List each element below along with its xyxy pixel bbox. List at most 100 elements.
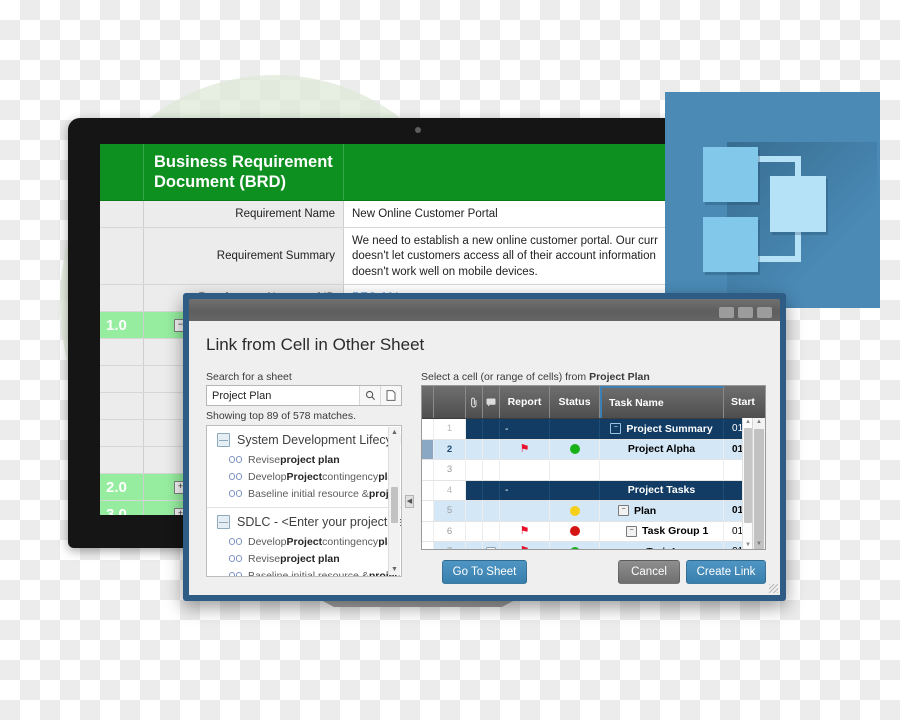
cell-status[interactable] xyxy=(550,460,600,480)
cell-task-name[interactable]: Task 1 xyxy=(600,542,724,549)
icon-node-bottom-left xyxy=(703,217,758,272)
row-select-bar[interactable] xyxy=(422,542,434,549)
scroll-down-icon[interactable]: ▼ xyxy=(753,540,765,549)
panel-splitter-handle[interactable]: ◀ xyxy=(405,495,414,508)
maximize-icon[interactable] xyxy=(738,307,753,318)
cell-comment[interactable] xyxy=(483,439,500,459)
dialog-titlebar[interactable] xyxy=(189,299,780,321)
cell-comment[interactable] xyxy=(483,542,500,549)
close-icon[interactable] xyxy=(757,307,772,318)
dialog-title: Link from Cell in Other Sheet xyxy=(206,335,425,354)
cell-report[interactable]: - xyxy=(500,419,550,439)
list-item[interactable]: Develop Project contingency plan xyxy=(207,468,401,485)
row-select-bar[interactable] xyxy=(422,521,434,541)
row-select-bar[interactable] xyxy=(422,439,434,459)
grid-col-start[interactable]: Start xyxy=(724,386,765,418)
cell-report[interactable]: ⚑ xyxy=(500,439,550,459)
result-group-header[interactable]: System Development Lifecycl... xyxy=(207,432,401,451)
search-icon[interactable] xyxy=(359,386,380,405)
sheet-results-list[interactable]: System Development Lifecycl... Revise pr… xyxy=(206,425,402,577)
scrollbar-thumb[interactable] xyxy=(744,428,752,523)
cell-attachment[interactable] xyxy=(466,439,483,459)
collapse-icon[interactable]: − xyxy=(618,505,629,517)
scrollbar-thumb[interactable] xyxy=(754,429,764,549)
cell-selection-grid[interactable]: Report Status Task Name Start 1 - − Proje… xyxy=(421,385,766,550)
cell-comment[interactable] xyxy=(483,521,500,541)
row-select-bar[interactable] xyxy=(422,501,434,521)
table-row[interactable]: 1 - −Project Summary 01/05/16 xyxy=(422,419,765,440)
scrollbar-thumb[interactable] xyxy=(391,487,398,523)
cell-attachment[interactable] xyxy=(466,542,483,549)
cell-attachment[interactable] xyxy=(466,419,483,439)
cell-comment[interactable] xyxy=(483,419,500,439)
cell-status[interactable] xyxy=(550,542,600,549)
create-link-button[interactable]: Create Link xyxy=(686,560,766,584)
go-to-sheet-button[interactable]: Go To Sheet xyxy=(442,560,527,584)
cell-report[interactable]: ⚑ xyxy=(500,521,550,541)
collapse-icon[interactable]: − xyxy=(626,525,637,537)
grid-label: Select a cell (or range of cells) from P… xyxy=(421,371,650,383)
table-row[interactable]: 7 ⚑ Task 1 01/05/16 xyxy=(422,542,765,549)
cell-task-name[interactable]: − Task Group 1 xyxy=(600,521,724,541)
outline-num: 3.0 xyxy=(100,501,144,515)
grid-outer-scrollbar[interactable]: ▲ ▼ xyxy=(752,418,765,549)
search-input[interactable] xyxy=(207,386,359,405)
cell-status[interactable] xyxy=(550,501,600,521)
dialog-resize-grip[interactable] xyxy=(769,584,778,593)
result-group: SDLC - <Enter your project na... Develop… xyxy=(207,507,401,576)
cell-report[interactable]: ⚑ xyxy=(500,542,550,549)
scroll-up-icon[interactable]: ▲ xyxy=(753,418,765,427)
status-dot-yellow xyxy=(569,505,580,516)
cell-report[interactable]: - xyxy=(500,480,550,500)
cancel-button[interactable]: Cancel xyxy=(618,560,680,584)
grid-col-task-name[interactable]: Task Name xyxy=(600,386,724,418)
table-row[interactable]: 3 xyxy=(422,460,765,481)
cell-attachment[interactable] xyxy=(466,521,483,541)
grid-col-comment[interactable] xyxy=(483,386,500,418)
cell-attachment[interactable] xyxy=(466,501,483,521)
cell-comment[interactable] xyxy=(483,460,500,480)
result-group-header[interactable]: SDLC - <Enter your project na... xyxy=(207,514,401,533)
list-item[interactable]: Develop Project contingency plan xyxy=(207,533,401,550)
cell-report[interactable] xyxy=(500,460,550,480)
scroll-down-icon[interactable]: ▼ xyxy=(389,564,400,575)
results-scrollbar[interactable]: ▲ ▼ xyxy=(388,427,400,575)
table-row[interactable]: 2 ⚑ Project Alpha 01/05/16 xyxy=(422,439,765,460)
cell-task-name[interactable]: Project Tasks xyxy=(600,480,724,500)
list-item[interactable]: Baseline initial resource & projec... xyxy=(207,567,401,576)
row-select-bar[interactable] xyxy=(422,419,434,439)
cell-report[interactable] xyxy=(500,501,550,521)
cell-comment[interactable] xyxy=(483,501,500,521)
list-item[interactable]: Revise project plan xyxy=(207,451,401,468)
cell-task-name[interactable]: Project Alpha xyxy=(600,439,724,459)
list-item[interactable]: Baseline initial resource & projec... xyxy=(207,485,401,502)
flag-icon: ⚑ xyxy=(519,442,530,455)
icon-node-top-left xyxy=(703,147,758,202)
search-field-wrapper[interactable] xyxy=(206,385,402,406)
cell-status[interactable] xyxy=(550,521,600,541)
cell-status[interactable] xyxy=(550,480,600,500)
collapse-icon[interactable]: − xyxy=(610,423,622,435)
cell-comment[interactable] xyxy=(483,480,500,500)
cell-task-name[interactable]: − Plan xyxy=(600,501,724,521)
grid-col-report[interactable]: Report xyxy=(500,386,550,418)
row-label: Requirement Name xyxy=(144,201,344,227)
cell-status[interactable] xyxy=(550,419,600,439)
grid-col-status[interactable]: Status xyxy=(550,386,600,418)
table-row[interactable]: 5 −Plan 01/05/16 xyxy=(422,501,765,522)
table-row[interactable]: 4 - Project Tasks xyxy=(422,480,765,501)
cell-attachment[interactable] xyxy=(466,460,483,480)
grid-col-attachment[interactable] xyxy=(466,386,483,418)
list-item[interactable]: Revise project plan xyxy=(207,550,401,567)
cell-task-name[interactable] xyxy=(600,460,724,480)
scroll-up-icon[interactable]: ▲ xyxy=(389,427,400,438)
table-row[interactable]: 6 ⚑ −Task Group 1 01/05/16 xyxy=(422,521,765,542)
row-select-bar[interactable] xyxy=(422,480,434,500)
minimize-icon[interactable] xyxy=(719,307,734,318)
cell-status[interactable] xyxy=(550,439,600,459)
row-select-bar[interactable] xyxy=(422,460,434,480)
cell-task-name[interactable]: − Project Summary xyxy=(600,419,724,439)
browse-sheets-icon[interactable] xyxy=(380,386,401,405)
item-bold: Project xyxy=(286,535,323,548)
cell-attachment[interactable] xyxy=(466,480,483,500)
